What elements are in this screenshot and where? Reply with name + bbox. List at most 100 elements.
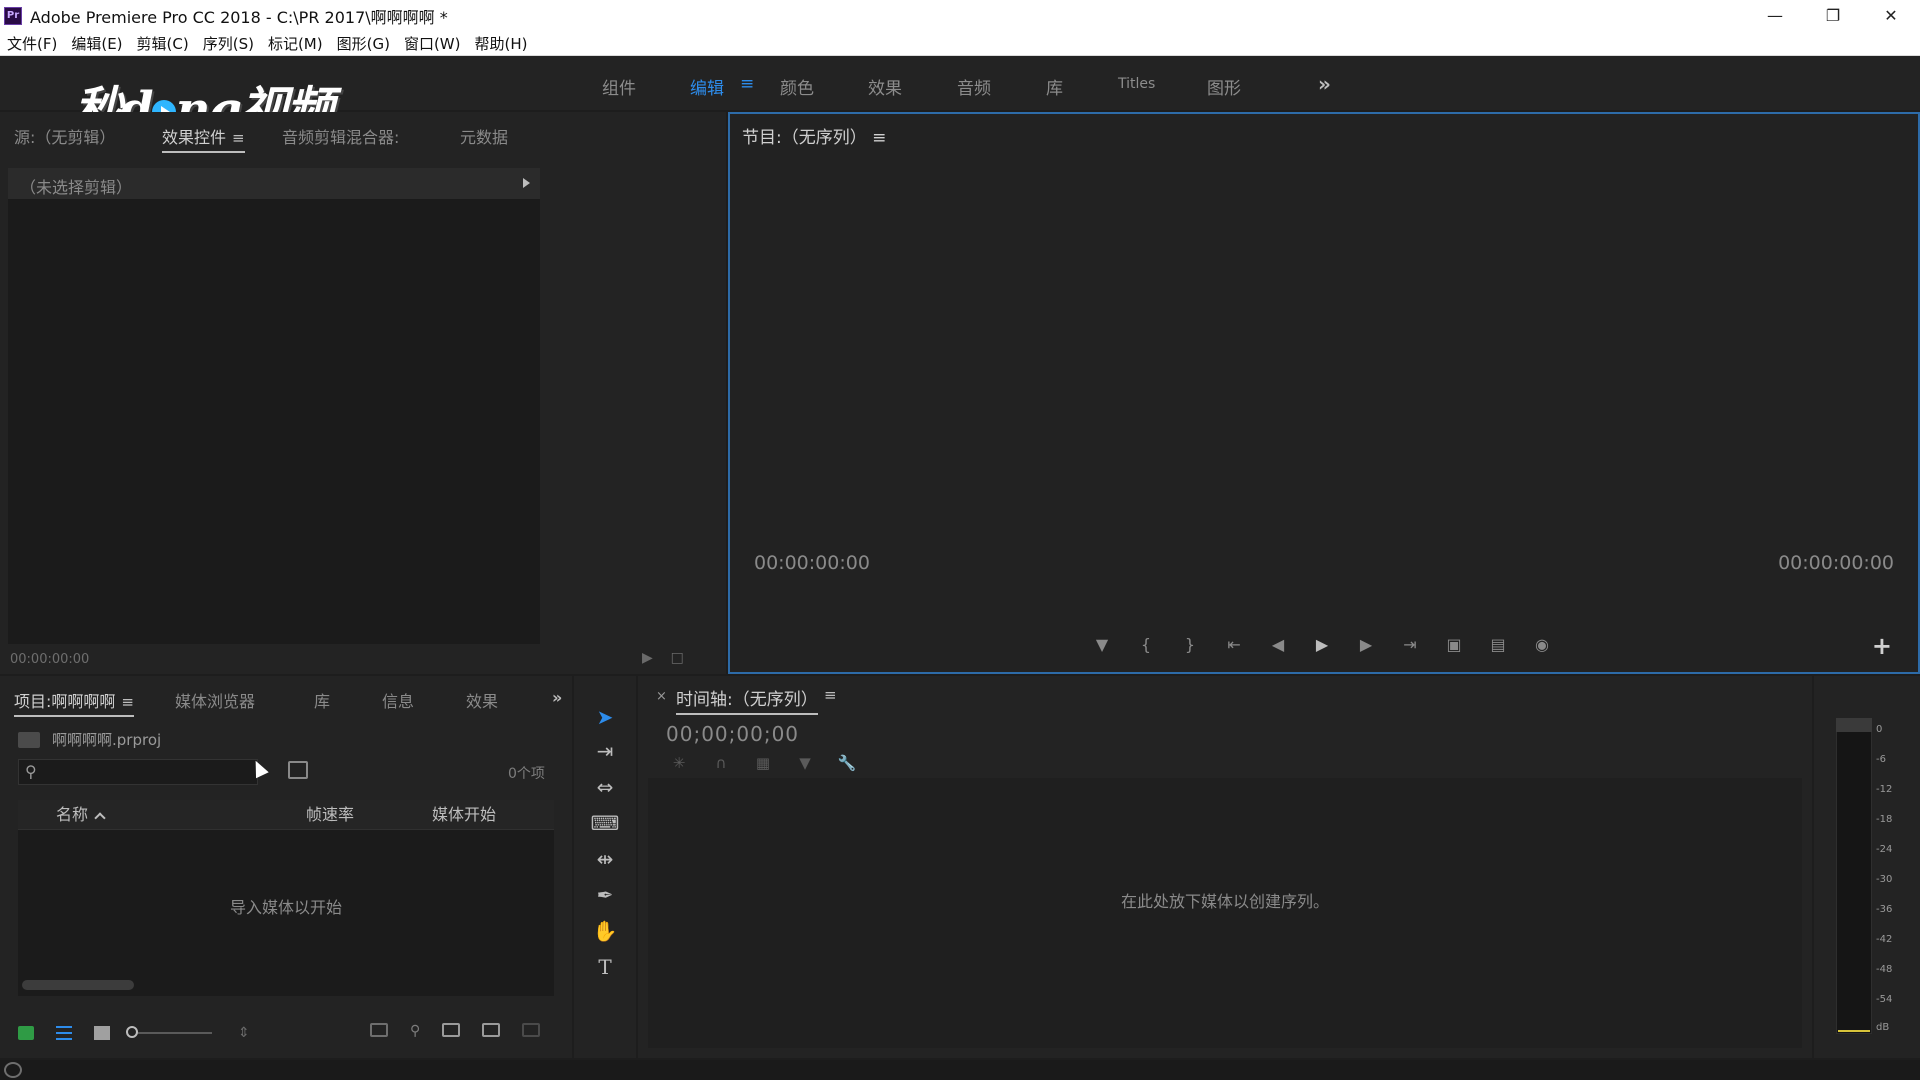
timeline-toolbar: ✳ ∩ ▦ ▼ 🔧 bbox=[670, 754, 857, 772]
zoom-slider[interactable] bbox=[126, 1026, 212, 1038]
timeline-title[interactable]: 时间轴:（无序列） bbox=[676, 685, 818, 715]
tab-menu-icon[interactable]: ≡ bbox=[232, 129, 245, 147]
list-view-icon[interactable] bbox=[56, 1026, 72, 1040]
ripple-edit-tool-icon[interactable]: ⇔ bbox=[592, 774, 618, 800]
pen-tool-icon[interactable]: ✒ bbox=[592, 882, 618, 908]
hand-tool-icon[interactable]: ✋ bbox=[592, 918, 618, 944]
timeline-panel: × 时间轴:（无序列） ≡ 00;00;00;00 ✳ ∩ ▦ ▼ 🔧 在此处放… bbox=[638, 676, 1812, 1058]
horizontal-scrollbar[interactable] bbox=[22, 980, 134, 990]
effect-controls-panel: 源:（无剪辑） 效果控件 ≡ 音频剪辑混合器: 元数据 （未选择剪辑） 00:00… bbox=[0, 112, 726, 674]
razor-tool-icon[interactable]: ⌨ bbox=[591, 810, 620, 836]
extract-icon[interactable]: ▤ bbox=[1486, 634, 1510, 654]
playhead-timecode[interactable]: 00:00:00:00 bbox=[754, 552, 870, 574]
step-back-icon[interactable]: ◀ bbox=[1266, 634, 1290, 654]
export-icon[interactable]: □ bbox=[671, 650, 684, 666]
step-forward-icon[interactable]: ▶ bbox=[1354, 634, 1378, 654]
automate-to-sequence-icon[interactable] bbox=[370, 1023, 388, 1037]
column-frame-rate[interactable]: 帧速率 bbox=[306, 800, 354, 830]
meter-tick: -6 bbox=[1876, 754, 1886, 765]
column-name[interactable]: 名称 bbox=[56, 800, 106, 830]
tab-libraries[interactable]: 库 bbox=[314, 688, 330, 712]
menu-clip[interactable]: 剪辑(C) bbox=[137, 33, 189, 54]
tab-metadata[interactable]: 元数据 bbox=[460, 124, 508, 148]
track-select-tool-icon[interactable]: ⇥ bbox=[592, 738, 618, 764]
workspace-tab-graphics[interactable]: 图形 bbox=[1207, 74, 1241, 99]
menu-edit[interactable]: 编辑(E) bbox=[71, 33, 122, 54]
selection-tool-icon[interactable]: ➤ bbox=[592, 704, 618, 730]
add-button-icon[interactable]: + bbox=[1872, 632, 1892, 660]
project-panel-tabs: 项目:啊啊啊啊 ≡ 媒体浏览器 库 信息 效果 » bbox=[0, 676, 572, 718]
add-marker-icon[interactable]: ▼ bbox=[796, 754, 814, 772]
go-to-in-icon[interactable]: ⇤ bbox=[1222, 634, 1246, 654]
expand-arrow-icon[interactable] bbox=[523, 178, 530, 188]
menu-marker[interactable]: 标记(M) bbox=[268, 33, 323, 54]
window-controls: — ❐ ✕ bbox=[1746, 0, 1920, 31]
new-item-icon[interactable] bbox=[482, 1023, 501, 1037]
panel-menu-icon[interactable]: ≡ bbox=[824, 686, 837, 704]
mark-in-icon[interactable]: { bbox=[1134, 634, 1158, 654]
column-media-start[interactable]: 媒体开始 bbox=[432, 800, 496, 830]
lock-icon[interactable] bbox=[18, 1026, 34, 1040]
workspace-tab-assembly[interactable]: 组件 bbox=[602, 74, 636, 99]
lift-icon[interactable]: ▣ bbox=[1442, 634, 1466, 654]
sort-icons-icon[interactable]: ⇕ bbox=[238, 1025, 250, 1041]
workspace-tab-audio[interactable]: 音频 bbox=[957, 74, 991, 99]
go-to-out-icon[interactable]: ⇥ bbox=[1398, 634, 1422, 654]
tab-menu-icon[interactable]: ≡ bbox=[121, 693, 134, 711]
snap-icon[interactable]: ∩ bbox=[712, 754, 730, 772]
new-search-bin-icon[interactable] bbox=[288, 761, 308, 779]
slip-tool-icon[interactable]: ⇹ bbox=[592, 846, 618, 872]
tools-panel: ➤ ⇥ ⇔ ⌨ ⇹ ✒ ✋ T bbox=[574, 676, 636, 1058]
icon-view-icon[interactable] bbox=[94, 1026, 110, 1040]
panel-more-icon[interactable]: » bbox=[552, 688, 562, 707]
workspace-tab-libraries[interactable]: 库 bbox=[1046, 74, 1063, 99]
workspace-tab-color[interactable]: 颜色 bbox=[780, 74, 814, 99]
workspace-tab-titles[interactable]: Titles bbox=[1118, 76, 1155, 92]
marker-icon[interactable]: ▼ bbox=[1090, 634, 1114, 654]
new-bin-icon[interactable] bbox=[442, 1023, 461, 1037]
menu-help[interactable]: 帮助(H) bbox=[474, 33, 527, 54]
type-tool-icon[interactable]: T bbox=[592, 954, 618, 980]
tab-media-browser[interactable]: 媒体浏览器 bbox=[175, 688, 255, 712]
tab-audio-clip-mixer[interactable]: 音频剪辑混合器: bbox=[282, 124, 399, 148]
wrench-icon[interactable]: 🔧 bbox=[838, 754, 857, 772]
nest-icon[interactable]: ✳ bbox=[670, 754, 688, 772]
creative-cloud-icon[interactable] bbox=[4, 1062, 22, 1078]
workspace-more-icon[interactable]: » bbox=[1318, 72, 1331, 96]
timeline-timecode[interactable]: 00;00;00;00 bbox=[666, 722, 799, 746]
timeline-drop-area[interactable]: 在此处放下媒体以创建序列。 bbox=[648, 778, 1802, 1048]
clip-header[interactable]: （未选择剪辑） bbox=[8, 168, 540, 200]
zoom-slider-knob[interactable] bbox=[126, 1026, 138, 1038]
tab-effect-controls[interactable]: 效果控件 ≡ bbox=[162, 124, 245, 153]
program-monitor-title[interactable]: 节目:（无序列） ≡ bbox=[742, 123, 886, 148]
linked-selection-icon[interactable]: ▦ bbox=[754, 754, 772, 772]
menu-window[interactable]: 窗口(W) bbox=[404, 33, 461, 54]
audio-meter-peak bbox=[1836, 718, 1872, 732]
tab-effects[interactable]: 效果 bbox=[466, 688, 498, 712]
mark-out-icon[interactable]: } bbox=[1178, 634, 1202, 654]
delete-icon[interactable] bbox=[522, 1023, 541, 1037]
workspace-tab-effects[interactable]: 效果 bbox=[868, 74, 902, 99]
project-file-icon bbox=[18, 731, 40, 748]
tab-source[interactable]: 源:（无剪辑） bbox=[14, 124, 115, 148]
export-frame-icon[interactable]: ◉ bbox=[1530, 634, 1554, 654]
project-search-input[interactable]: ⚲ bbox=[18, 759, 258, 785]
tab-info[interactable]: 信息 bbox=[382, 688, 414, 712]
effect-panel-tabs: 源:（无剪辑） 效果控件 ≡ 音频剪辑混合器: 元数据 bbox=[0, 112, 726, 154]
premiere-app-icon: Pr bbox=[4, 6, 22, 25]
close-icon[interactable]: × bbox=[656, 689, 667, 704]
menu-graphics[interactable]: 图形(G) bbox=[337, 33, 390, 54]
restore-icon[interactable]: ❐ bbox=[1804, 0, 1862, 31]
tab-project[interactable]: 项目:啊啊啊啊 ≡ bbox=[14, 688, 134, 717]
find-icon[interactable]: ⚲ bbox=[410, 1023, 420, 1039]
menu-sequence[interactable]: 序列(S) bbox=[203, 33, 254, 54]
play-icon[interactable]: ▶ bbox=[1310, 634, 1334, 654]
close-icon[interactable]: ✕ bbox=[1862, 0, 1920, 31]
menu-file[interactable]: 文件(F) bbox=[7, 33, 57, 54]
filter-icon[interactable]: ▶ bbox=[642, 650, 653, 666]
panel-menu-icon[interactable]: ≡ bbox=[872, 128, 886, 148]
workspace-menu-icon[interactable]: ≡ bbox=[740, 74, 754, 94]
meter-tick: -42 bbox=[1876, 934, 1893, 945]
workspace-tab-editing[interactable]: 编辑 bbox=[690, 74, 724, 99]
minimize-icon[interactable]: — bbox=[1746, 0, 1804, 31]
